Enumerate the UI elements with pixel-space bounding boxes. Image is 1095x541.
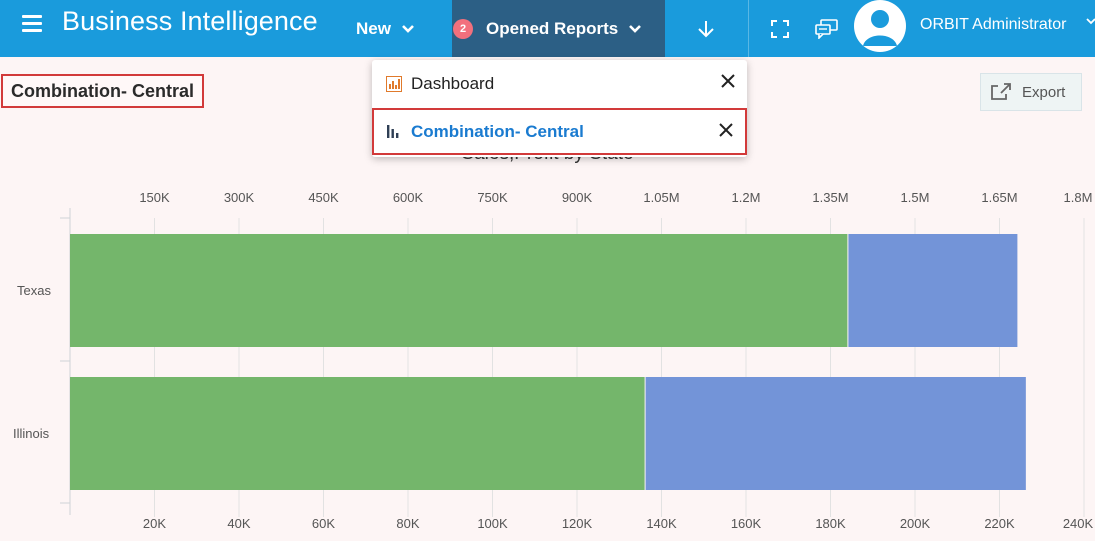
top-axis-tick-label: 900K <box>561 190 593 205</box>
bottom-axis-tick-label: 80K <box>396 516 420 531</box>
bottom-axis-tick-label: 160K <box>730 516 762 531</box>
bottom-axis-tick-label: 20K <box>142 516 167 531</box>
top-axis-tick-label: 1.8M <box>1063 190 1093 205</box>
bottom-axis-tick-label: 180K <box>815 516 846 531</box>
top-axis-tick-label: 1.2M <box>731 190 761 205</box>
top-axis-tick-label: 1.65M <box>981 190 1018 205</box>
close-icon[interactable] <box>721 74 735 88</box>
bottom-axis-tick-label: 220K <box>984 516 1015 531</box>
dropdown-item-dashboard[interactable]: Dashboard <box>372 60 747 107</box>
close-icon[interactable] <box>719 123 733 137</box>
bottom-axis-tick-label: 120K <box>561 516 593 531</box>
dropdown-item-label: Combination- Central <box>411 121 584 141</box>
top-axis-tick-label: 450K <box>308 190 339 205</box>
bar-segment <box>70 377 645 490</box>
top-axis-tick-label: 1.5M <box>900 190 930 205</box>
bar-chart-icon <box>387 124 399 138</box>
bottom-axis-tick-label: 40K <box>227 516 251 531</box>
category-label: Illinois <box>13 425 50 441</box>
top-axis-tick-label: 750K <box>477 190 508 205</box>
bar-segment <box>848 234 1018 347</box>
bottom-axis-tick-label: 240K <box>1062 516 1094 531</box>
bottom-axis-tick-label: 100K <box>477 516 508 531</box>
bar-segment <box>70 234 848 347</box>
top-axis-tick-label: 300K <box>223 190 255 205</box>
bar-segment <box>645 377 1026 490</box>
bottom-axis-tick-label: 60K <box>311 516 336 531</box>
bottom-axis-tick-label: 200K <box>899 516 931 531</box>
top-axis-tick-label: 600K <box>392 190 424 205</box>
category-label: Texas <box>17 282 51 298</box>
top-axis-tick-label: 1.05M <box>643 190 680 205</box>
bottom-axis-tick-label: 140K <box>646 516 677 531</box>
top-axis-tick-label: 150K <box>139 190 170 205</box>
dashboard-icon <box>386 75 402 92</box>
dropdown-item-label: Dashboard <box>411 73 495 93</box>
dropdown-item-combination-central[interactable]: Combination- Central <box>372 108 747 155</box>
top-axis-tick-label: 1.35M <box>812 190 849 205</box>
opened-reports-dropdown: Dashboard Combination- Central <box>372 60 747 157</box>
